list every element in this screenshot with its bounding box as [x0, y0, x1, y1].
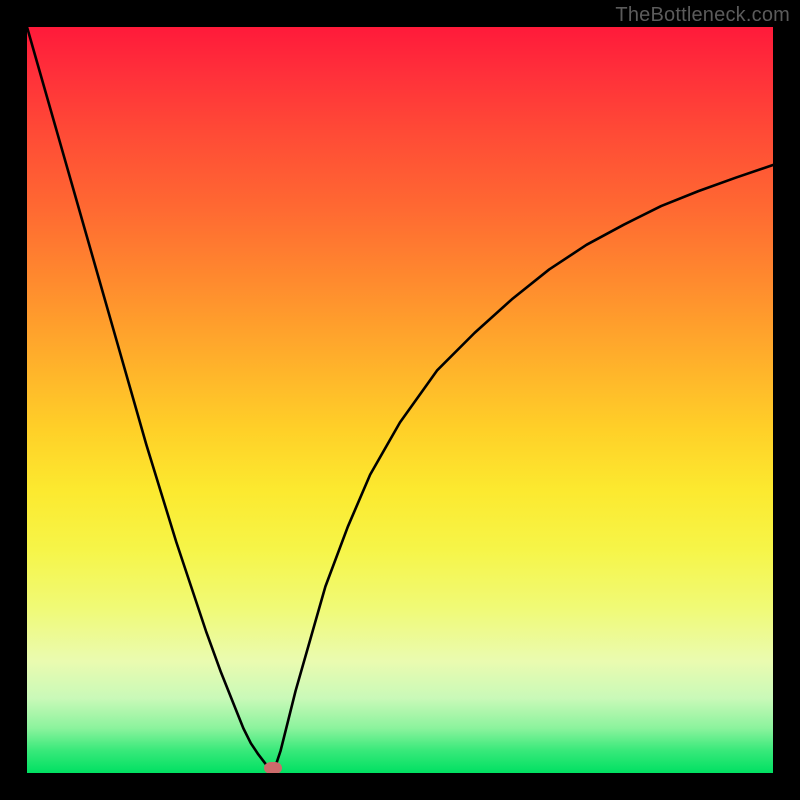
curve-layer [27, 27, 773, 773]
plot-area [27, 27, 773, 773]
chart-frame: TheBottleneck.com [0, 0, 800, 800]
left-curve [27, 27, 273, 773]
right-curve [273, 165, 773, 773]
watermark-text: TheBottleneck.com [615, 4, 790, 27]
optimal-point-marker [264, 762, 282, 773]
